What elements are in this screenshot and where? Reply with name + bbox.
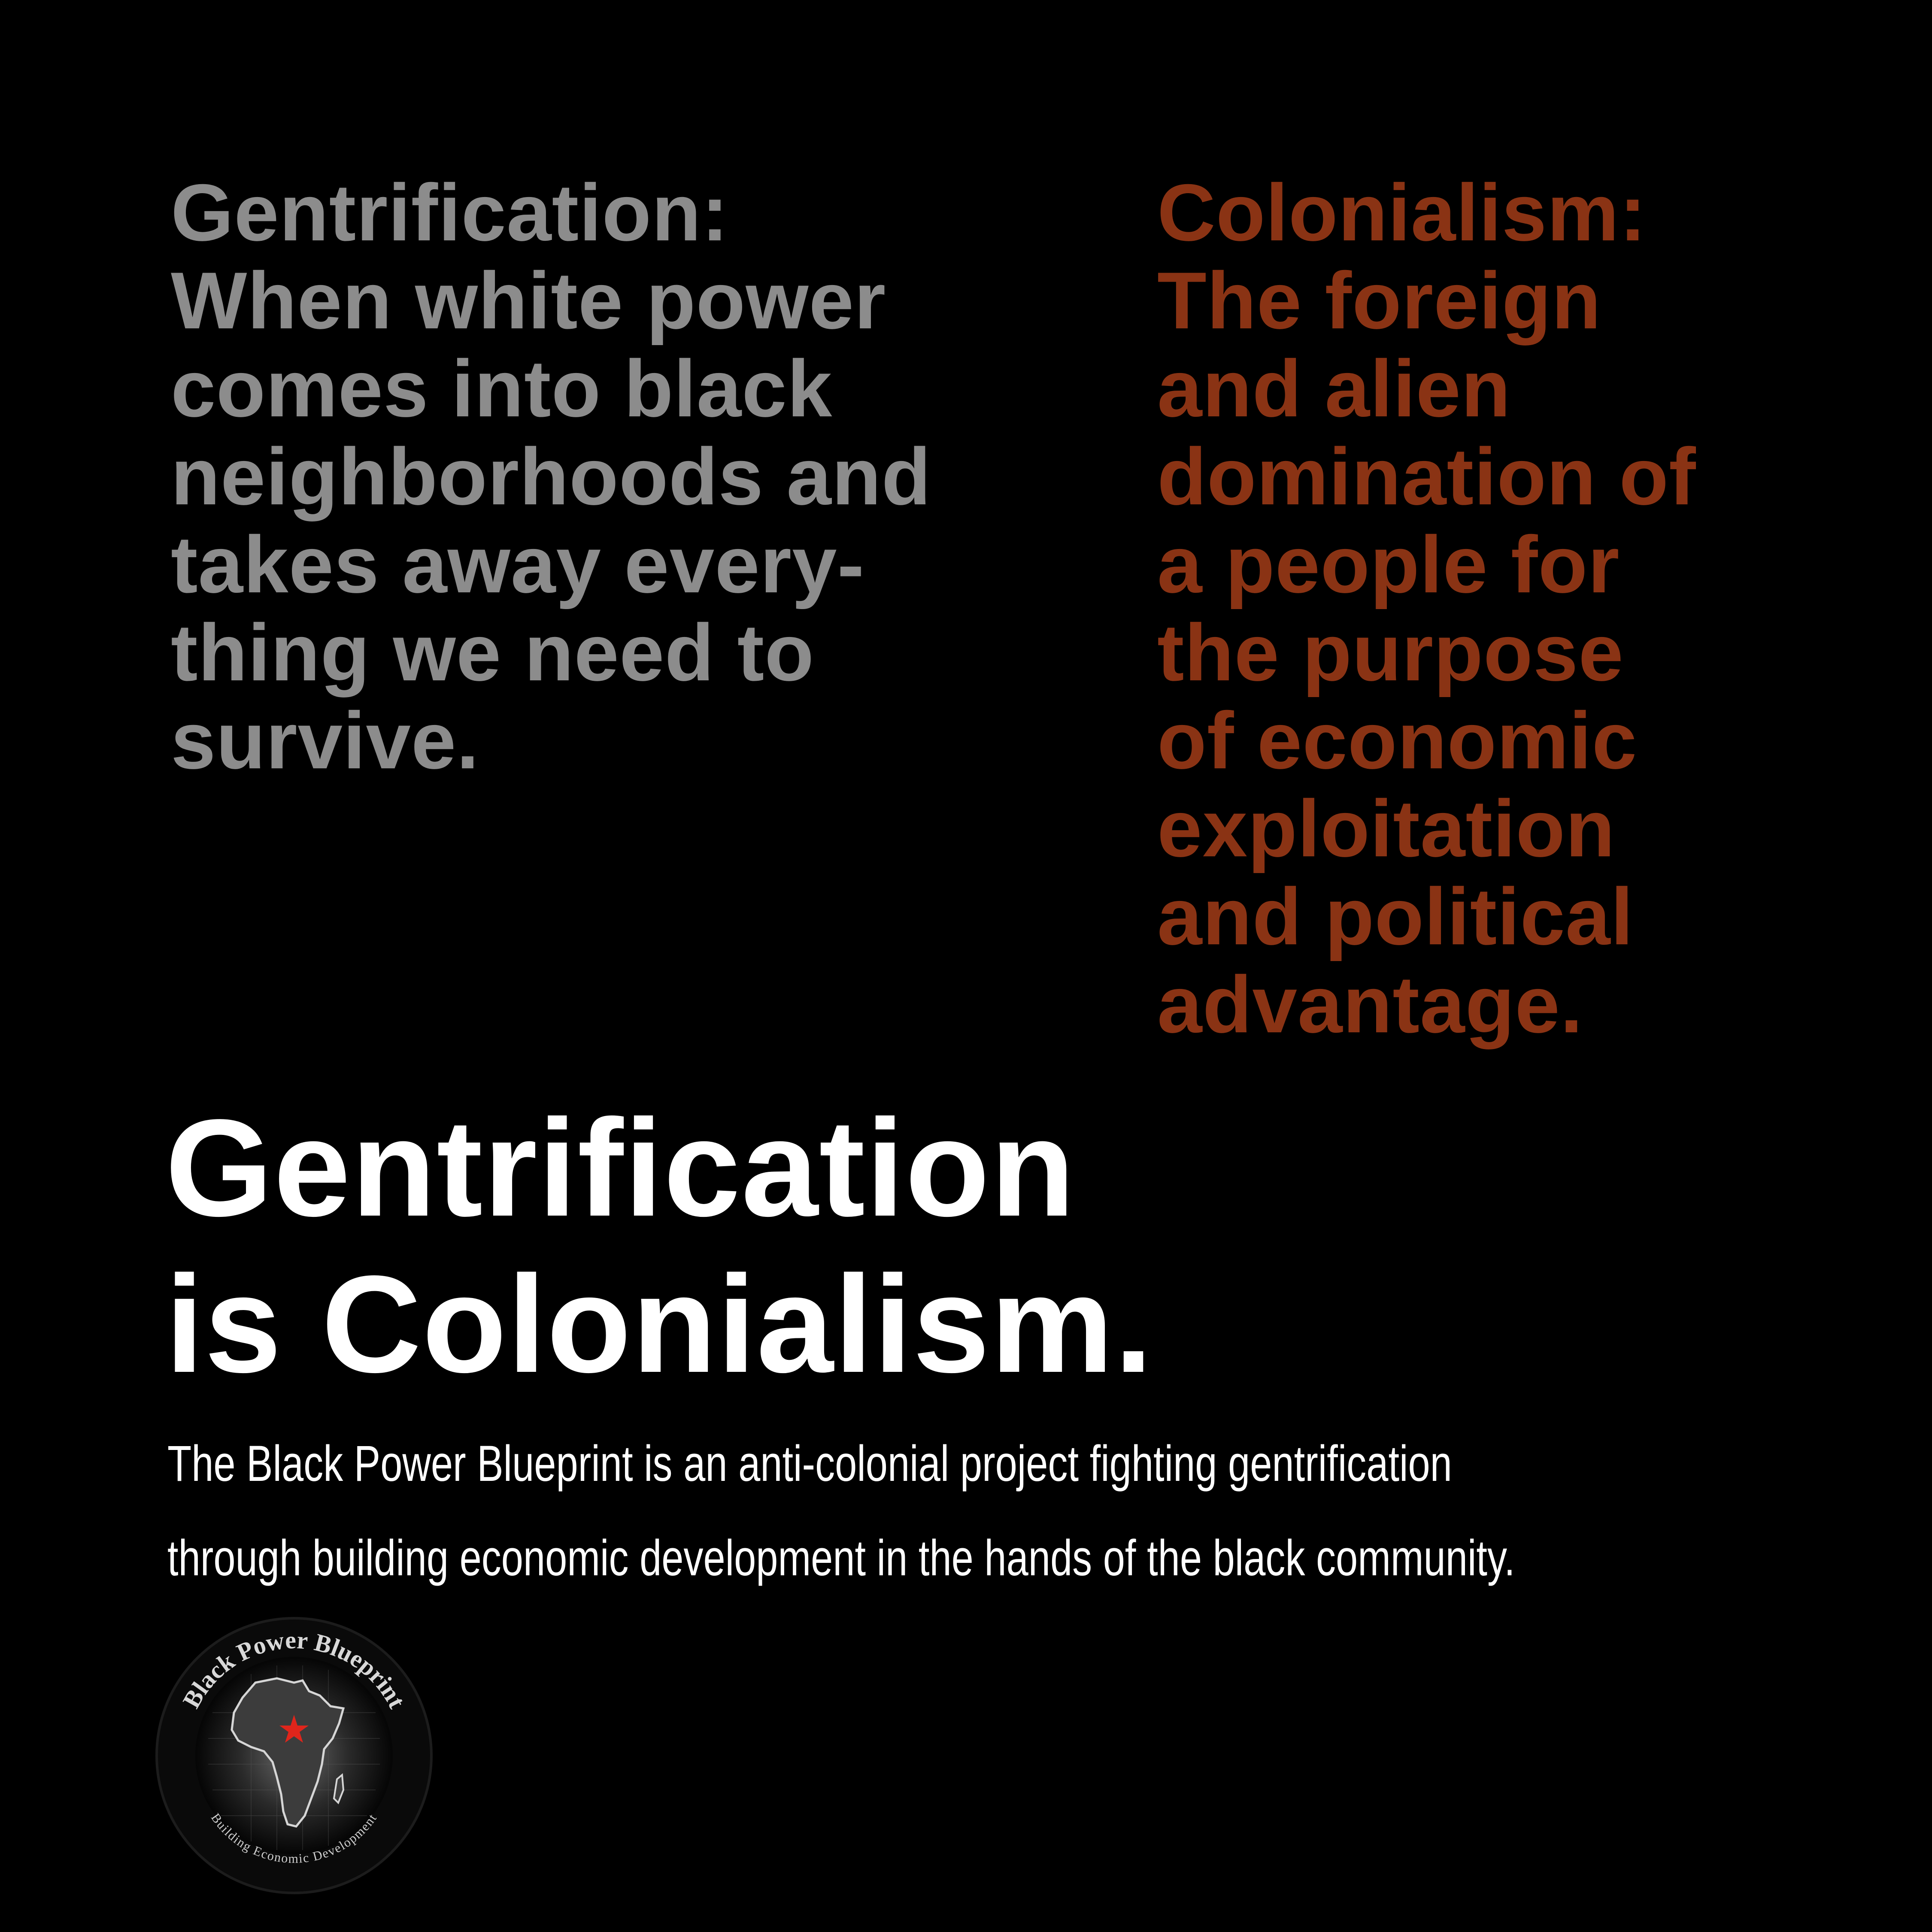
gentrification-definition: Gentrification: When white power comes i…: [171, 169, 931, 785]
gentrification-line: Gentrification:: [171, 167, 729, 258]
poster: Gentrification: When white power comes i…: [0, 0, 1932, 1932]
colonialism-line: The foreign: [1157, 255, 1601, 346]
gentrification-line: survive.: [171, 695, 479, 786]
description-line: The Black Power Blueprint is an anti-col…: [167, 1435, 1452, 1492]
colonialism-line: of economic: [1157, 695, 1638, 786]
black-power-blueprint-logo: Black Power Blueprint Building Economic …: [155, 1617, 433, 1894]
headline-line: Gentrification: [165, 1091, 1076, 1245]
gentrification-line: thing we need to: [171, 607, 815, 698]
colonialism-definition: Colonialism: The foreign and alien domin…: [1157, 169, 1696, 1049]
headline: Gentrification is Colonialism.: [165, 1090, 1153, 1403]
colonialism-line: the purpose: [1157, 607, 1624, 698]
colonialism-line: Colonialism:: [1157, 167, 1647, 258]
description-line: through building economic development in…: [167, 1530, 1515, 1586]
headline-line: is Colonialism.: [165, 1247, 1154, 1401]
gentrification-line: takes away every-: [171, 519, 865, 610]
gentrification-line: When white power: [171, 255, 886, 346]
gentrification-line: neighborhoods and: [171, 431, 931, 522]
colonialism-line: and political: [1157, 871, 1634, 961]
colonialism-line: exploitation: [1157, 783, 1615, 873]
colonialism-line: advantage.: [1157, 959, 1583, 1049]
gentrification-line: comes into black: [171, 343, 833, 434]
project-description: The Black Power Blueprint is an anti-col…: [167, 1416, 1515, 1605]
colonialism-line: and alien: [1157, 343, 1511, 434]
colonialism-line: domination of: [1157, 431, 1696, 522]
colonialism-line: a people for: [1157, 519, 1620, 610]
